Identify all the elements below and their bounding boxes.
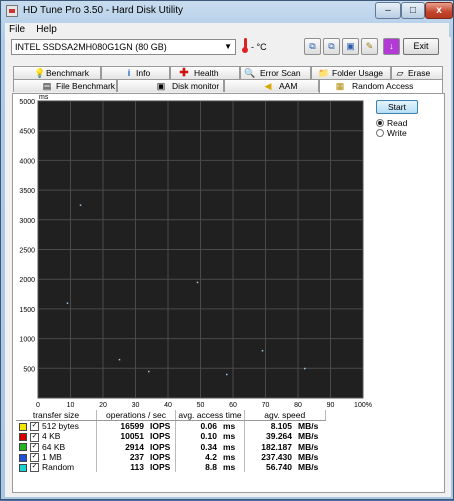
ops-unit: IOPS <box>147 431 176 442</box>
x-tick-label: 30 <box>132 402 140 409</box>
write-radio[interactable] <box>376 129 384 137</box>
series-color-swatch <box>19 443 27 452</box>
data-point <box>148 370 150 373</box>
series-color-swatch <box>19 422 27 431</box>
x-tick-label: 40 <box>164 402 172 409</box>
ops-unit: IOPS <box>147 441 176 452</box>
speed-value: 56.740 <box>266 462 292 473</box>
series-checkbox[interactable]: ✓ <box>30 453 39 462</box>
transfer-size-label: 4 KB <box>42 431 61 442</box>
read-radio[interactable] <box>376 119 384 127</box>
x-tick-label: 50 <box>197 402 205 409</box>
ops-value: 113 <box>130 462 144 473</box>
result-row: ✓ 64 KB 2914 IOPS 0.34 ms 182.187 MB/s <box>16 441 325 452</box>
access-time-value: 0.10 <box>200 431 217 442</box>
access-time-unit: ms <box>220 431 245 442</box>
x-tick-label: 100% <box>354 402 372 409</box>
x-tick-label: 60 <box>229 402 237 409</box>
data-point <box>261 349 264 352</box>
transfer-size-label: 1 MB <box>42 451 62 462</box>
transfer-size-label: 512 bytes <box>42 421 79 431</box>
ops-unit: IOPS <box>147 462 176 473</box>
series-color-swatch <box>19 433 27 441</box>
series-color-swatch <box>19 463 27 472</box>
access-time-value: 4.2 <box>205 451 217 462</box>
result-row: ✓ 512 bytes 16599 IOPS 0.06 ms 8.105 MB/s <box>16 420 325 432</box>
transfer-size-cell: ✓ 4 KB <box>16 431 97 442</box>
y-tick-label: 2000 <box>19 277 35 284</box>
results-table: transfer size operations / sec avg. acce… <box>16 410 326 473</box>
ops-value: 10051 <box>120 431 144 442</box>
access-time-value: 8.8 <box>205 462 217 473</box>
chart-y-ticks: 500 1000 1500 2000 2500 3000 3500 4000 4500 5000 <box>19 99 35 373</box>
speed-value: 8.105 <box>270 421 292 432</box>
start-button[interactable]: Start <box>376 100 418 114</box>
speed-value: 39.264 <box>266 431 292 442</box>
access-time-unit: ms <box>220 441 245 452</box>
ops-value: 237 <box>129 451 144 462</box>
ops-value: 16599 <box>120 421 144 432</box>
result-row: ✓ 4 KB 10051 IOPS 0.10 ms 39.264 MB/s <box>16 431 325 442</box>
data-point <box>79 204 82 206</box>
y-tick-label: 500 <box>23 366 35 373</box>
transfer-size-label: Random <box>42 462 75 472</box>
chart-y-label: ms <box>39 94 49 101</box>
result-row: ✓ 1 MB 237 IOPS 4.2 ms 237.430 MB/s <box>16 451 325 462</box>
transfer-size-cell: ✓ 1 MB <box>16 451 97 462</box>
header-access-time: avg. access time <box>175 410 245 421</box>
y-tick-label: 4000 <box>19 158 35 165</box>
x-tick-label: 70 <box>262 402 270 409</box>
transfer-size-cell: ✓ 512 bytes <box>16 420 97 432</box>
series-checkbox[interactable]: ✓ <box>30 463 39 473</box>
y-tick-label: 5000 <box>19 99 35 106</box>
speed-unit: MB/s <box>298 451 319 462</box>
access-time-unit: ms <box>220 451 245 462</box>
chart-x-ticks: 0 10 20 30 40 50 60 70 80 90 100% <box>36 402 372 409</box>
transfer-size-cell: ✓ Random <box>16 462 97 473</box>
access-time-value: 0.34 <box>200 441 217 452</box>
series-color-swatch <box>19 453 27 462</box>
speed-unit: MB/s <box>298 441 319 452</box>
x-tick-label: 80 <box>294 402 302 409</box>
data-point <box>118 358 121 361</box>
access-time-unit: ms <box>220 420 245 432</box>
result-row: ✓ Random 113 IOPS 8.8 ms 56.740 MB/s <box>16 462 325 473</box>
speed-value: 182.187 <box>261 441 292 452</box>
ops-unit: IOPS <box>147 451 176 462</box>
data-point <box>66 302 69 304</box>
ops-value: 2914 <box>125 441 144 452</box>
data-point <box>304 367 306 370</box>
y-tick-label: 1500 <box>19 307 35 314</box>
y-tick-label: 3000 <box>19 218 35 225</box>
access-time-value: 0.06 <box>200 421 217 432</box>
series-checkbox[interactable]: ✓ <box>30 442 39 452</box>
speed-unit: MB/s <box>298 462 319 473</box>
ops-unit: IOPS <box>147 420 176 432</box>
header-transfer-size: transfer size <box>16 410 97 421</box>
x-tick-label: 10 <box>67 402 75 409</box>
series-checkbox[interactable]: ✓ <box>30 432 39 442</box>
transfer-size-label: 64 KB <box>42 441 66 452</box>
x-tick-label: 20 <box>99 402 107 409</box>
y-tick-label: 2500 <box>19 248 35 255</box>
speed-value: 237.430 <box>261 451 292 462</box>
access-time-unit: ms <box>220 462 245 473</box>
x-tick-label: 0 <box>36 402 40 409</box>
transfer-size-cell: ✓ 64 KB <box>16 441 97 452</box>
header-speed: agv. speed <box>244 410 326 421</box>
read-radio-label: Read <box>387 118 408 128</box>
header-operations: operations / sec <box>96 410 176 421</box>
x-tick-label: 90 <box>327 402 335 409</box>
y-tick-label: 1000 <box>19 337 35 344</box>
series-checkbox[interactable]: ✓ <box>30 422 39 432</box>
y-tick-label: 3500 <box>19 188 35 195</box>
write-radio-label: Write <box>387 128 407 138</box>
app-window: HD Tune Pro 3.50 - Hard Disk Utility – □… <box>0 0 454 500</box>
speed-unit: MB/s <box>298 431 319 442</box>
speed-unit: MB/s <box>298 421 319 432</box>
data-point <box>226 373 228 376</box>
y-tick-label: 4500 <box>19 129 35 136</box>
data-point <box>196 281 199 284</box>
